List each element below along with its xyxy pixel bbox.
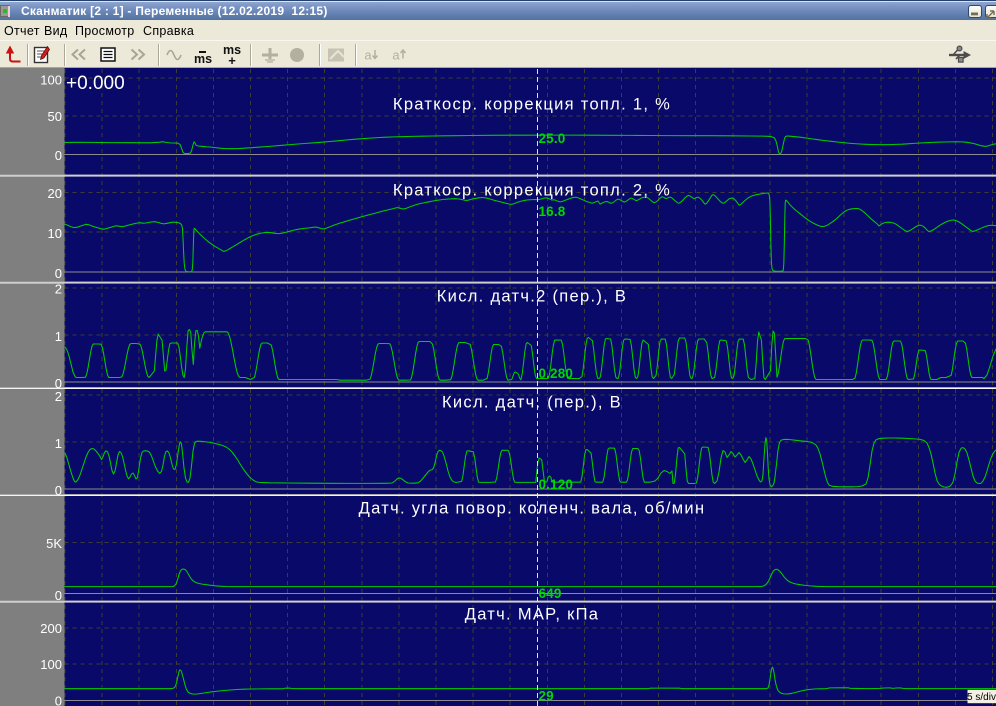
svg-text:Датч. угла повор. коленч. вала: Датч. угла повор. коленч. вала, об/мин [359,500,706,518]
svg-text:1: 1 [55,436,62,451]
svg-text:+: + [228,53,236,68]
svg-text:0: 0 [55,694,62,706]
svg-text:50: 50 [48,109,62,124]
svg-text:16.8: 16.8 [539,204,566,219]
svg-text:Датч. MAP, кПа: Датч. MAP, кПа [465,606,600,624]
svg-text:25.0: 25.0 [539,131,566,146]
svg-text:5 s/div: 5 s/div [967,692,996,703]
svg-text:2: 2 [55,389,62,404]
svg-text:Кисл. датч. (пер.), В: Кисл. датч. (пер.), В [442,394,622,412]
svg-text:ms: ms [194,52,212,66]
svg-text:649: 649 [539,586,562,601]
svg-text:1: 1 [55,329,62,344]
svg-text:Краткоср. коррекция топл. 1, %: Краткоср. коррекция топл. 1, % [393,96,671,114]
svg-text:Краткоср. коррекция топл. 2, %: Краткоср. коррекция топл. 2, % [393,182,671,200]
svg-text:+0.000: +0.000 [66,73,125,94]
svg-text:10: 10 [48,226,62,241]
svg-text:29: 29 [539,688,554,703]
svg-text:100: 100 [40,73,62,88]
svg-text:20: 20 [48,186,62,201]
svg-text:0: 0 [55,483,62,498]
svg-text:0: 0 [55,588,62,603]
svg-text:a: a [364,48,372,63]
svg-text:100: 100 [40,657,62,672]
svg-text:Кисл. датч.2 (пер.), В: Кисл. датч.2 (пер.), В [437,287,627,305]
svg-text:0: 0 [55,148,62,163]
svg-text:0.120: 0.120 [539,477,574,492]
svg-text:5K: 5K [46,536,62,551]
svg-text:0: 0 [55,266,62,281]
svg-text:a: a [392,48,400,63]
svg-text:2: 2 [55,282,62,297]
svg-text:0.280: 0.280 [539,366,574,381]
svg-text:200: 200 [40,621,62,636]
